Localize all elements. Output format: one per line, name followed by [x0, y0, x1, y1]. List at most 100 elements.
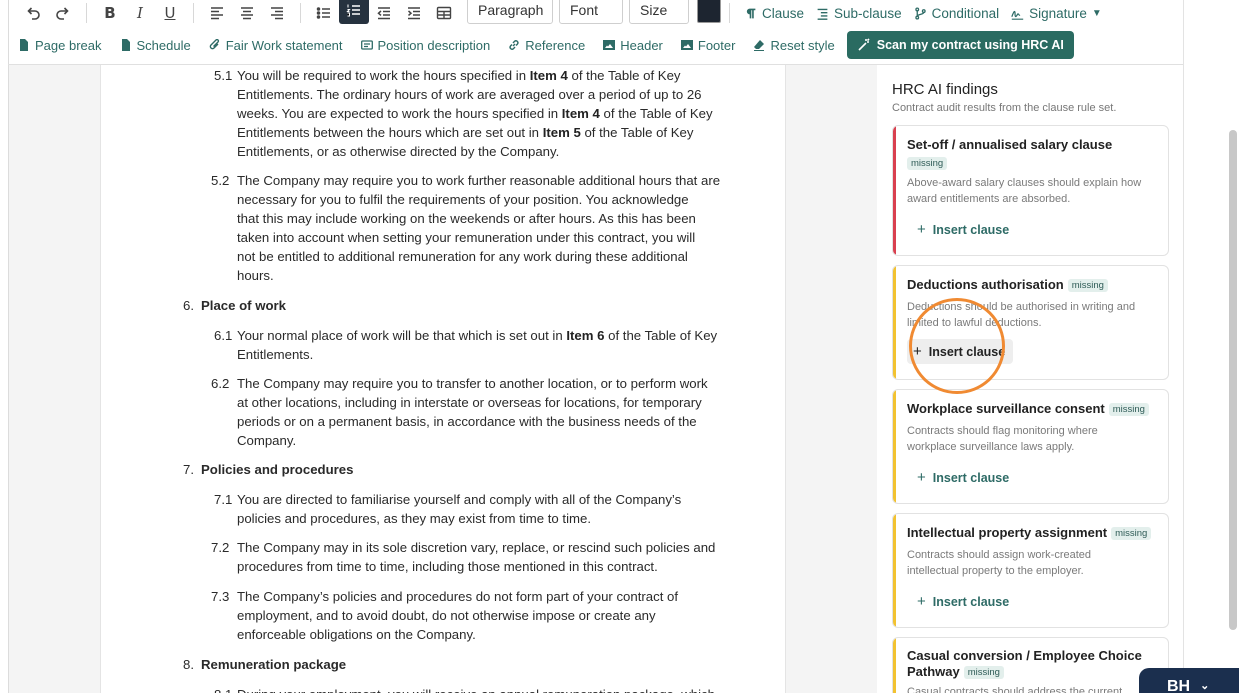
plus-icon: +: [917, 221, 926, 238]
image-icon: [603, 40, 616, 50]
clause-text: The Company may require you to transfer …: [237, 376, 708, 391]
numbered-list-icon[interactable]: [339, 0, 369, 24]
align-center-icon[interactable]: [232, 1, 262, 25]
finding-card: Intellectual property assignment missing …: [892, 513, 1169, 628]
link-icon: [509, 40, 519, 50]
underline-icon[interactable]: U: [155, 1, 185, 25]
toolbar-separator: [300, 3, 301, 23]
clause-text: hours.: [237, 268, 274, 283]
clause-text: employment, and to avoid doubt, do not o…: [237, 608, 656, 623]
reference-label: Reference: [525, 37, 586, 53]
paperclip-icon: [209, 39, 219, 50]
clause-text: policies and procedures, as they may exi…: [237, 511, 592, 526]
insert-clause-button[interactable]: + Insert clause: [911, 217, 1015, 242]
page-break-button[interactable]: Page break: [18, 38, 102, 53]
ai-findings-panel: HRC AI findings Contract audit results f…: [878, 65, 1183, 693]
plus-icon: +: [917, 469, 926, 486]
clause-number: 7.2: [211, 540, 230, 555]
chevron-down-icon: ▼: [1091, 7, 1102, 19]
align-left-icon[interactable]: [202, 1, 232, 25]
finding-card: Set-off / annualised salary clause missi…: [892, 125, 1169, 256]
signature-icon: [1011, 10, 1024, 20]
clause-text: at other locations, including in interst…: [237, 395, 702, 410]
plus-icon: +: [913, 343, 922, 360]
clause-text: Entitlements, or as otherwise directed b…: [237, 144, 560, 159]
status-badge: missing: [1067, 279, 1108, 293]
finding-description: award entitlements are absorbed.: [907, 193, 1071, 205]
card-accent: [893, 126, 896, 255]
document-page[interactable]: 5.1 You will be required to work the hou…: [100, 65, 786, 693]
clause-button[interactable]: Clause: [744, 6, 804, 21]
pilcrow-icon: [746, 8, 756, 18]
clause-number: 8.1: [214, 685, 232, 693]
header-button[interactable]: Header: [603, 38, 663, 53]
toolbar-separator: [193, 3, 194, 23]
formatting-toolbar: B I U Paragraph Font Size Clause Sub-cla…: [0, 0, 1183, 26]
clause-text: enforceable obligations on the Company.: [237, 627, 476, 642]
section-heading: Remuneration package: [201, 657, 347, 672]
fair-work-statement-button[interactable]: Fair Work statement: [209, 38, 343, 53]
finding-title: Set-off / annualised salary clause: [907, 137, 1113, 152]
paragraph-style-select[interactable]: Paragraph: [467, 0, 553, 24]
schedule-button[interactable]: Schedule: [120, 38, 191, 53]
clause-text: periods or on a permanent basis, in acco…: [237, 414, 697, 429]
reference-button[interactable]: Reference: [508, 38, 585, 53]
reset-style-label: Reset style: [770, 37, 835, 53]
sub-clause-button[interactable]: Sub-clause: [816, 6, 902, 21]
status-badge: missing: [963, 666, 1004, 680]
finding-title: Workplace surveillance consent missing: [907, 401, 1149, 417]
font-select[interactable]: Font: [559, 0, 623, 24]
chat-widget-button[interactable]: BH ⌄: [1139, 668, 1239, 693]
clause-text: You will be required to work the hours s…: [237, 68, 681, 83]
reset-style-button[interactable]: Reset style: [753, 37, 835, 53]
footer-label: Footer: [697, 37, 736, 53]
card-accent: [893, 266, 896, 379]
footer-button[interactable]: Footer: [680, 37, 736, 53]
redo-icon[interactable]: [48, 1, 78, 25]
signature-label: Signature: [1029, 5, 1087, 21]
clause-label: Clause: [762, 5, 805, 21]
signature-button[interactable]: Signature ▼: [1011, 6, 1102, 21]
clause-text: Company.: [237, 433, 297, 448]
align-right-icon[interactable]: [262, 1, 292, 25]
clause-number: 7.3: [211, 589, 230, 604]
finding-description: Deductions should be authorised in writi…: [907, 301, 1136, 313]
status-badge: missing: [907, 157, 948, 171]
clause-text: Entitlements.: [237, 347, 314, 362]
insert-clause-button[interactable]: + Insert clause: [907, 339, 1013, 364]
id-card-icon: [360, 40, 373, 50]
clause-number: 5.2: [211, 173, 230, 188]
font-size-select[interactable]: Size: [629, 0, 689, 24]
finding-description: Contracts should flag monitoring where: [907, 425, 1098, 437]
bold-icon[interactable]: B: [95, 1, 125, 25]
clause-text: necessary for you to fulfil the requirem…: [237, 192, 689, 207]
italic-icon[interactable]: I: [125, 1, 155, 25]
table-icon[interactable]: [429, 1, 459, 25]
card-accent: [893, 390, 896, 503]
text-color-swatch[interactable]: [697, 0, 721, 23]
finding-description: limited to lawful deductions.: [907, 317, 1042, 329]
chat-widget-label: BH: [1167, 678, 1191, 693]
insert-clause-button[interactable]: + Insert clause: [911, 589, 1015, 614]
position-description-button[interactable]: Position description: [360, 38, 490, 53]
plus-icon: +: [917, 593, 926, 610]
list-indent-icon: [817, 8, 828, 20]
insert-clause-button[interactable]: + Insert clause: [911, 465, 1015, 490]
bullet-list-icon[interactable]: [309, 1, 339, 25]
finding-description: workplace surveillance laws apply.: [907, 441, 1075, 453]
fair-work-statement-label: Fair Work statement: [225, 37, 343, 53]
card-accent: [893, 514, 896, 627]
section-number: 6.: [183, 298, 194, 313]
clause-text: Your normal place of work will be that w…: [237, 328, 718, 343]
finding-description: Casual contracts should address the curr…: [907, 686, 1123, 693]
conditional-button[interactable]: Conditional: [914, 6, 999, 21]
undo-icon[interactable]: [18, 1, 48, 25]
magic-wand-icon: [858, 38, 870, 51]
indent-icon[interactable]: [399, 1, 429, 25]
card-accent: [893, 638, 896, 693]
document-icon: [20, 39, 28, 51]
page-scrollbar[interactable]: [1229, 130, 1237, 630]
scan-contract-button[interactable]: Scan my contract using HRC AI: [846, 31, 1074, 59]
document-icon: [121, 39, 130, 51]
outdent-icon[interactable]: [369, 1, 399, 25]
